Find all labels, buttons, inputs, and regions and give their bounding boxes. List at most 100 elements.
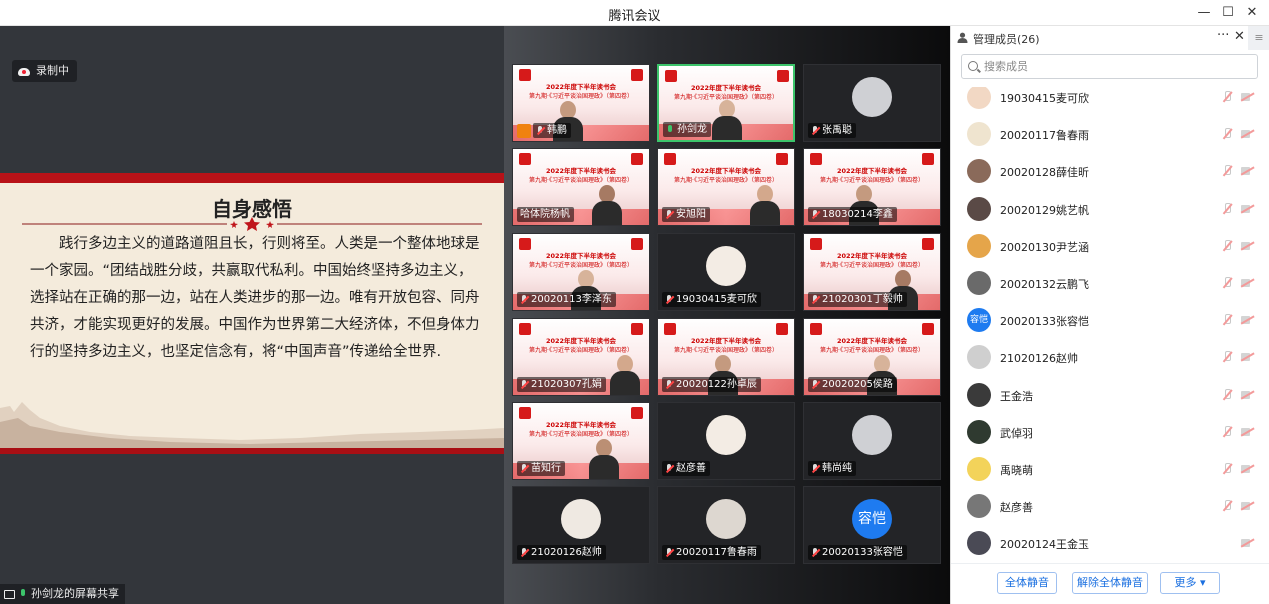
- participant-avatar: 容恺: [852, 499, 892, 539]
- member-avatar: [967, 531, 991, 556]
- unmute-all-button[interactable]: 解除全体静音: [1072, 572, 1148, 594]
- mic-muted-icon[interactable]: [1221, 202, 1233, 215]
- participant-name-tag: 18030214李鑫: [808, 207, 897, 222]
- participant-name: 21020307孔娟: [531, 379, 602, 390]
- participant-name: 孙剑龙: [677, 124, 707, 135]
- video-tile[interactable]: 2022年度下半年读书会 第九期·《习近平谈治国理政》（第四卷） 21020301丁…: [803, 233, 941, 311]
- member-row[interactable]: 王金浩: [951, 377, 1269, 414]
- video-tile[interactable]: 韩尚纯: [803, 402, 941, 480]
- member-name: 禹晓萌: [1000, 464, 1033, 477]
- video-tile[interactable]: 2022年度下半年读书会 第九期·《习近平谈治国理政》（第四卷） 苗知行: [512, 402, 650, 480]
- more-button[interactable]: 更多 ▾: [1160, 572, 1220, 594]
- camera-off-icon[interactable]: [1241, 427, 1254, 437]
- participant-name: 安旭阳: [676, 209, 706, 220]
- video-tile[interactable]: 2022年度下半年读书会 第九期·《习近平谈治国理政》（第四卷） 20020113李…: [512, 233, 650, 311]
- participant-name-tag: 20020133张容恺: [808, 545, 907, 560]
- video-tile[interactable]: 2022年度下半年读书会 第九期·《习近平谈治国理政》（第四卷） 20020205侯…: [803, 318, 941, 396]
- member-avatar: [967, 159, 991, 184]
- member-row[interactable]: 21020126赵帅: [951, 339, 1269, 376]
- member-row[interactable]: 武倬羽: [951, 414, 1269, 451]
- participant-name: 赵彦善: [676, 463, 706, 474]
- camera-off-icon[interactable]: [1241, 538, 1254, 548]
- recording-indicator[interactable]: 录制中: [12, 60, 77, 82]
- mic-muted-icon[interactable]: [1221, 314, 1233, 326]
- mic-muted-icon[interactable]: [1221, 463, 1233, 475]
- mic-muted-icon[interactable]: [1221, 351, 1233, 363]
- member-panel-footer: 全体静音 解除全体静音 更多 ▾: [951, 563, 1269, 604]
- participant-name-tag: 20020113李泽东: [517, 292, 616, 307]
- poster-title: 2022年度下半年读书会: [545, 167, 617, 175]
- video-tile[interactable]: 赵彦善: [657, 402, 795, 480]
- member-row[interactable]: 赵彦善: [951, 488, 1269, 525]
- member-name: 20020128薛佳昕: [1000, 166, 1089, 180]
- mic-muted-icon[interactable]: [1221, 500, 1233, 512]
- mic-muted-icon[interactable]: [1221, 91, 1233, 103]
- member-row[interactable]: 20020128薛佳昕: [951, 153, 1269, 190]
- camera-off-icon[interactable]: [1241, 241, 1254, 251]
- camera-off-icon[interactable]: [1241, 390, 1254, 400]
- members-icon: [957, 32, 968, 43]
- video-tile[interactable]: 19030415麦可欣: [657, 233, 795, 311]
- member-row[interactable]: 20020124王金玉: [951, 525, 1269, 562]
- camera-off-icon[interactable]: [1241, 129, 1254, 139]
- poster-title: 2022年度下半年读书会: [545, 83, 617, 91]
- member-name: 赵彦善: [1000, 501, 1033, 515]
- video-tile[interactable]: 2022年度下半年读书会 第九期·《习近平谈治国理政》（第四卷） 21020307孔…: [512, 318, 650, 396]
- search-icon: [968, 61, 978, 71]
- participant-name: 哈体院杨帆: [520, 209, 570, 220]
- video-tile[interactable]: 容恺 20020133张容恺: [803, 486, 941, 564]
- member-row[interactable]: 禹晓萌: [951, 451, 1269, 488]
- search-placeholder: 搜索成员: [984, 60, 1028, 73]
- member-row[interactable]: 20020130尹艺涵: [951, 228, 1269, 265]
- panel-menu-icon[interactable]: ≡: [1248, 26, 1269, 50]
- video-tile[interactable]: 2022年度下半年读书会 第九期·《习近平谈治国理政》（第四卷） 安旭阳: [657, 148, 795, 226]
- member-row[interactable]: 20020117鲁春雨: [951, 116, 1269, 153]
- mic-muted-icon[interactable]: [1221, 128, 1233, 140]
- video-tile[interactable]: 20020117鲁春雨: [657, 486, 795, 564]
- camera-off-icon[interactable]: [1241, 315, 1254, 325]
- mic-muted-icon[interactable]: [1221, 388, 1233, 401]
- camera-off-icon[interactable]: [1241, 501, 1254, 511]
- poster-title: 2022年度下半年读书会: [836, 337, 908, 345]
- mic-muted-icon[interactable]: [1221, 239, 1233, 252]
- camera-off-icon[interactable]: [1241, 278, 1254, 288]
- member-name: 20020124王金玉: [1000, 538, 1089, 552]
- member-avatar: [967, 382, 991, 407]
- video-tile[interactable]: 2022年度下半年读书会 第九期·《习近平谈治国理政》（第四卷） 20020122孙…: [657, 318, 795, 396]
- member-list[interactable]: 19030415麦可欣 20020117鲁春雨 20020128薛佳昕 2002012…: [951, 87, 1269, 563]
- member-search-input[interactable]: 搜索成员: [961, 54, 1258, 79]
- member-row[interactable]: 20020129姚艺帆: [951, 191, 1269, 228]
- camera-off-icon[interactable]: [1241, 352, 1254, 362]
- more-options-icon[interactable]: ···: [1217, 28, 1229, 43]
- video-tile[interactable]: 张禹聪: [803, 64, 941, 142]
- mic-muted-icon[interactable]: [1221, 165, 1233, 177]
- party-emblem-icon: [519, 69, 531, 81]
- camera-off-icon[interactable]: [1241, 464, 1254, 474]
- maximize-icon[interactable]: ☐: [1216, 2, 1240, 24]
- camera-off-icon[interactable]: [1241, 166, 1254, 176]
- camera-off-icon[interactable]: [1241, 92, 1254, 102]
- mic-muted-icon: [665, 294, 673, 305]
- mute-all-button[interactable]: 全体静音: [997, 572, 1057, 594]
- participant-name-tag: 韩尚纯: [808, 461, 856, 476]
- video-tile[interactable]: 2022年度下半年读书会 第九期·《习近平谈治国理政》（第四卷） 18030214李…: [803, 148, 941, 226]
- video-tile[interactable]: 2022年度下半年读书会 第九期·《习近平谈治国理政》（第四卷） 孙剑龙: [657, 64, 795, 142]
- member-name: 武倬羽: [1000, 426, 1033, 440]
- participant-name-tag: 张禹聪: [808, 123, 856, 138]
- member-row[interactable]: 19030415麦可欣: [951, 87, 1269, 116]
- poster-title: 2022年度下半年读书会: [836, 167, 908, 175]
- member-row[interactable]: 20020132云鹏飞: [951, 265, 1269, 302]
- participant-name-tag: 20020122孙卓辰: [662, 377, 761, 392]
- participant-name-tag: 安旭阳: [662, 207, 710, 222]
- mic-muted-icon[interactable]: [1221, 277, 1233, 289]
- close-icon[interactable]: ✕: [1240, 2, 1264, 24]
- minimize-icon[interactable]: —: [1192, 2, 1216, 24]
- close-panel-icon[interactable]: ✕: [1234, 29, 1245, 44]
- video-tile[interactable]: 21020126赵帅: [512, 486, 650, 564]
- camera-off-icon[interactable]: [1241, 204, 1254, 214]
- mic-muted-icon[interactable]: [1221, 425, 1233, 438]
- member-row[interactable]: 容恺 20020133张容恺: [951, 302, 1269, 339]
- video-tile[interactable]: 2022年度下半年读书会 第九期·《习近平谈治国理政》（第四卷） 韩鹏: [512, 64, 650, 142]
- video-tile[interactable]: 2022年度下半年读书会 第九期·《习近平谈治国理政》（第四卷） 哈体院杨帆: [512, 148, 650, 226]
- poster-title: 2022年度下半年读书会: [690, 337, 762, 345]
